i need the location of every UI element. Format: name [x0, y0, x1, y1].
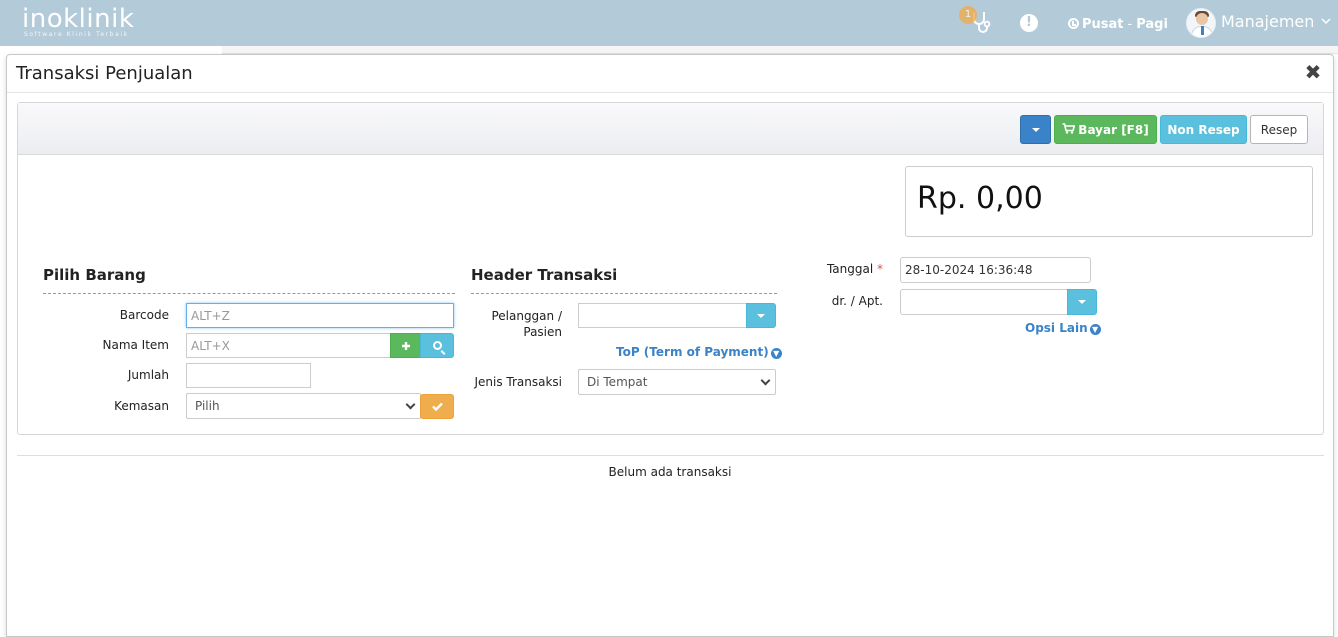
branch-separator: -	[1127, 17, 1133, 32]
arrow-down-circle-icon: ▼	[770, 348, 782, 359]
top-term-of-payment-link[interactable]: ToP (Term of Payment) ▼	[616, 345, 782, 359]
panel-toolbar: Bayar [F8] Non Resep Resep	[18, 103, 1323, 155]
total-value: 0,00	[975, 181, 1043, 216]
notification-badge: 1	[959, 6, 977, 24]
opsi-lain-link[interactable]: Opsi Lain ▼	[1025, 321, 1101, 335]
jumlah-input[interactable]	[186, 363, 311, 388]
total-display: Rp. 0,00	[905, 166, 1313, 237]
dokter-label: dr. / Apt.	[831, 294, 883, 308]
arrow-down-circle-icon: ▼	[1089, 324, 1101, 335]
transactions-divider	[17, 455, 1324, 456]
close-icon[interactable]: ✖	[1304, 62, 1322, 82]
branch-shift-selector[interactable]: Pusat - Pagi	[1068, 17, 1168, 32]
currency-symbol: Rp.	[917, 181, 967, 216]
barcode-input[interactable]: ALT+Z	[186, 303, 454, 328]
jenis-transaksi-select[interactable]: Di Tempat	[578, 369, 776, 395]
chevron-down-icon	[760, 375, 771, 386]
caret-down-icon	[1031, 128, 1040, 132]
jenis-transaksi-selected: Di Tempat	[587, 375, 648, 389]
pelanggan-label-line-1: Pelanggan /	[491, 309, 562, 323]
bayar-button-label: Bayar [F8]	[1078, 123, 1149, 137]
bayar-button[interactable]: Bayar [F8]	[1054, 115, 1157, 144]
modal-divider	[7, 92, 1333, 93]
options-dropdown-button[interactable]	[1020, 115, 1051, 144]
pelanggan-label-line-2: Pasien	[523, 325, 562, 339]
background-page	[222, 46, 1338, 54]
header-transaksi-title: Header Transaksi	[471, 266, 618, 284]
check-icon	[431, 402, 443, 412]
nama-item-input[interactable]: ALT+X	[186, 333, 391, 358]
caret-down-icon	[1078, 300, 1086, 304]
user-avatar[interactable]	[1186, 8, 1216, 38]
pelanggan-dropdown-button[interactable]	[746, 303, 776, 328]
total-amount: Rp. 0,00	[917, 181, 1043, 216]
opsi-lain-label: Opsi Lain	[1025, 321, 1088, 335]
tanggal-label-text: Tanggal	[826, 262, 874, 276]
barcode-label: Barcode	[119, 308, 169, 322]
plus-icon	[401, 342, 410, 350]
search-icon	[432, 341, 442, 350]
resep-button[interactable]: Resep	[1250, 115, 1308, 144]
pilih-barang-divider	[43, 293, 455, 294]
jenis-transaksi-label: Jenis Transaksi	[474, 375, 562, 389]
add-item-button[interactable]	[390, 333, 421, 358]
branch-name: Pusat	[1082, 17, 1124, 32]
kemasan-label: Kemasan	[114, 399, 169, 413]
kemasan-selected: Pilih	[195, 399, 220, 413]
dokter-dropdown-button[interactable]	[1067, 289, 1097, 315]
confirm-kemasan-button[interactable]	[420, 394, 454, 419]
non-resep-button[interactable]: Non Resep	[1160, 115, 1247, 144]
top-navbar: inoklinik Software Klinik Terbaik 1 ! Pu…	[0, 0, 1338, 46]
dokter-input[interactable]	[900, 289, 1068, 315]
chevron-down-icon[interactable]	[1321, 15, 1331, 28]
jumlah-label: Jumlah	[127, 368, 169, 382]
required-mark: *	[877, 262, 883, 276]
alert-icon[interactable]: !	[1020, 14, 1038, 32]
empty-transactions-message: Belum ada transaksi	[608, 465, 732, 479]
chevron-down-icon	[405, 399, 416, 410]
cart-icon	[1062, 116, 1076, 145]
pilih-barang-title: Pilih Barang	[43, 266, 146, 284]
pelanggan-label: Pelanggan / Pasien	[468, 308, 562, 340]
kemasan-select[interactable]: Pilih	[186, 393, 421, 419]
user-menu-label[interactable]: Manajemen	[1221, 12, 1314, 31]
pelanggan-input[interactable]	[578, 303, 748, 328]
sales-form-panel: Bayar [F8] Non Resep Resep Rp. 0,00 Pili…	[17, 102, 1324, 435]
header-transaksi-divider	[471, 293, 777, 294]
nama-item-label: Nama Item	[102, 338, 169, 352]
search-item-button[interactable]	[420, 333, 454, 358]
clock-icon	[1068, 18, 1079, 29]
transaksi-penjualan-modal: Transaksi Penjualan ✖ Bayar [F8] Non Res…	[6, 54, 1334, 637]
tanggal-input[interactable]: 28-10-2024 16:36:48	[900, 257, 1091, 283]
shift-name: Pagi	[1136, 17, 1168, 32]
tanggal-label: Tanggal *	[808, 262, 883, 276]
modal-title: Transaksi Penjualan	[16, 63, 193, 84]
notification-button[interactable]: 1	[959, 6, 994, 36]
top-link-label: ToP (Term of Payment)	[616, 345, 769, 359]
app-logo-tagline: Software Klinik Terbaik	[24, 31, 129, 38]
app-logo[interactable]: inoklinik	[22, 4, 134, 34]
caret-down-icon	[757, 314, 765, 318]
